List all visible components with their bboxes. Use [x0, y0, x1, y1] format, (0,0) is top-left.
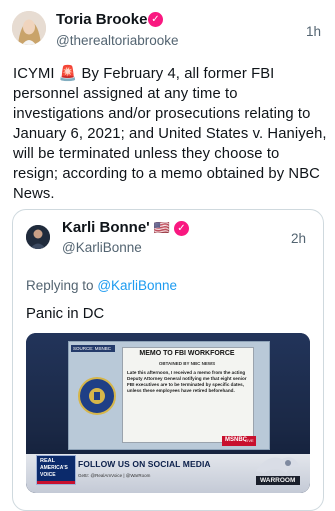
quote-author-name-text: Karli Bonne'	[62, 219, 150, 236]
replying-to-handle[interactable]: @KarliBonne	[97, 278, 177, 293]
quote-timestamp[interactable]: 2h	[291, 231, 306, 246]
msnbc-logo: MSNBC LIVE	[222, 436, 256, 446]
msnbc-live-tag: LIVE	[245, 438, 254, 443]
banner-subline: Gettr: @RealAmVoice | @WarRoom	[78, 473, 151, 478]
banner-headline: FOLLOW US ON SOCIAL MEDIA	[78, 459, 211, 469]
tweet-timestamp[interactable]: 1h	[306, 24, 321, 39]
author-name[interactable]: Toria Brooke	[56, 11, 147, 28]
quote-author-name[interactable]: Karli Bonne' 🇺🇸	[62, 219, 170, 236]
author-handle[interactable]: @therealtoriabrooke	[56, 33, 179, 48]
warroom-logo-text: WARROOM	[260, 477, 296, 484]
screen-source-tag: SOURCE: MSNBC	[71, 345, 115, 352]
quote-author-handle[interactable]: @KarliBonne	[62, 240, 142, 255]
memo-title: MEMO TO FBI WORKFORCE	[139, 350, 235, 357]
author-avatar[interactable]	[12, 11, 46, 45]
fbi-seal-icon	[78, 377, 116, 415]
quote-media-image[interactable]: SOURCE: MSNBC MEMO TO FBI WORKFORCE OBTA…	[26, 333, 310, 493]
replying-to-label: Replying to	[26, 278, 94, 293]
warroom-logo: WARROOM	[252, 449, 302, 487]
memo-body: Late this afternoon, I received a memo f…	[127, 370, 247, 394]
rav-logo-line1: REAL	[40, 458, 55, 464]
rav-logo-line3: VOICE	[40, 472, 56, 478]
us-flag-icon: 🇺🇸	[153, 220, 171, 235]
quote-author-avatar[interactable]	[26, 225, 50, 249]
msnbc-logo-text: MSNBC	[225, 437, 247, 443]
quote-verified-badge-icon: ✓	[174, 221, 189, 236]
verified-badge-icon: ✓	[148, 12, 163, 27]
quote-text: Panic in DC	[26, 306, 105, 322]
rav-logo: REAL AMERICA'S VOICE	[36, 455, 76, 485]
memo-subtitle: OBTAINED BY NBC NEWS	[158, 361, 216, 366]
tweet-text: ICYMI 🚨 By February 4, all former FBI pe…	[13, 66, 327, 202]
rav-logo-line2: AMERICA'S	[40, 465, 68, 471]
replying-to-line: Replying to @KarliBonne	[26, 278, 177, 293]
